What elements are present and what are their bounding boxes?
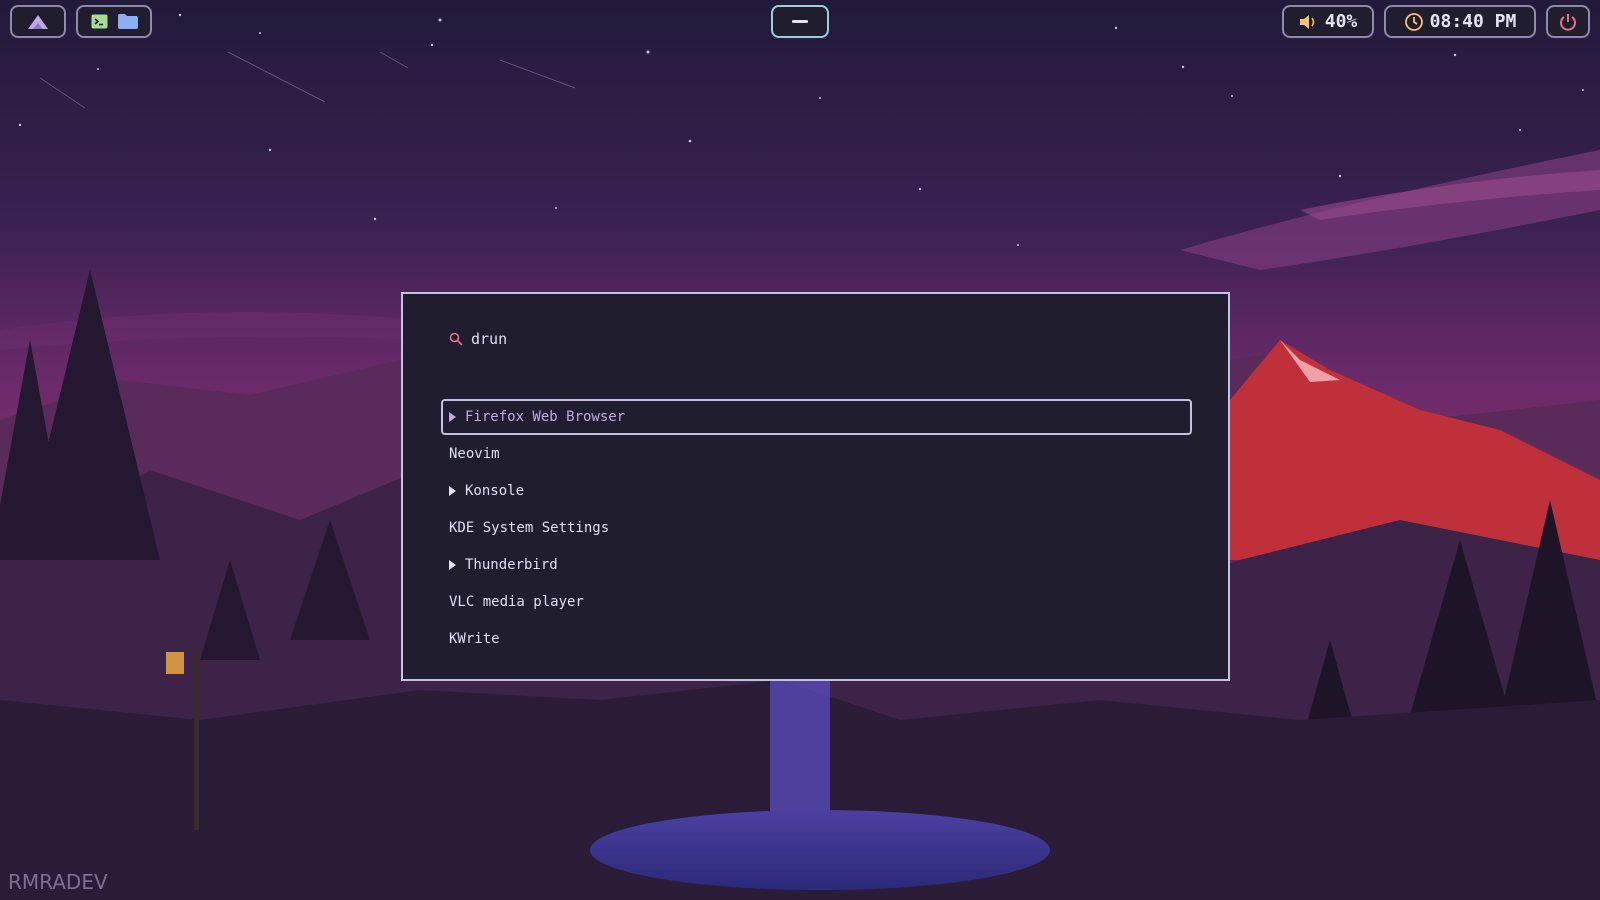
expand-arrow-icon	[449, 486, 465, 496]
minus-icon	[792, 19, 808, 23]
clock-widget[interactable]: 08:40 PM	[1384, 5, 1536, 38]
volume-level: 40%	[1324, 11, 1358, 32]
launcher-item[interactable]: KWrite	[441, 621, 1192, 657]
watermark-text: RMRADEV	[8, 870, 108, 894]
clock-time: 08:40 PM	[1429, 11, 1517, 32]
arch-logo-icon	[28, 14, 48, 29]
search-input[interactable]: drun	[471, 330, 507, 348]
launcher-item[interactable]: Firefox Web Browser	[441, 399, 1192, 435]
terminal-icon[interactable]	[91, 14, 108, 29]
launcher-item-label: Neovim	[449, 446, 500, 462]
launcher-item[interactable]: Thunderbird	[441, 547, 1192, 583]
app-launcher-window: drun Firefox Web Browser Neovim Konsole KDE…	[401, 292, 1230, 681]
launcher-item-label: KDE System Settings	[449, 520, 610, 536]
launcher-item-label: Firefox Web Browser	[465, 409, 626, 425]
launcher-item-label: Konsole	[465, 483, 525, 499]
results-list: Firefox Web Browser Neovim Konsole KDE Syst…	[441, 399, 1192, 658]
launcher-item-label: KWrite	[449, 631, 500, 647]
expand-arrow-icon	[449, 412, 465, 422]
launcher-item[interactable]: Konsole	[441, 473, 1192, 509]
folder-icon[interactable]	[117, 14, 138, 29]
search-bar[interactable]: drun	[449, 330, 507, 348]
launcher-item[interactable]: KDE System Settings	[441, 510, 1192, 546]
app-launcher-button[interactable]	[10, 5, 66, 38]
power-button[interactable]	[1546, 5, 1590, 38]
launcher-item[interactable]: Neovim	[441, 436, 1192, 472]
power-icon	[1560, 13, 1576, 31]
clock-icon	[1404, 12, 1423, 31]
launcher-item-label: Thunderbird	[465, 557, 558, 573]
launcher-item[interactable]: VLC media player	[441, 584, 1192, 620]
pinned-apps-group	[76, 5, 152, 38]
volume-indicator[interactable]: 40%	[1282, 5, 1374, 38]
expand-arrow-icon	[449, 560, 465, 570]
launcher-item-label: VLC media player	[449, 594, 584, 610]
volume-icon	[1299, 14, 1315, 29]
search-icon	[449, 332, 463, 346]
workspace-indicator[interactable]	[771, 5, 829, 38]
